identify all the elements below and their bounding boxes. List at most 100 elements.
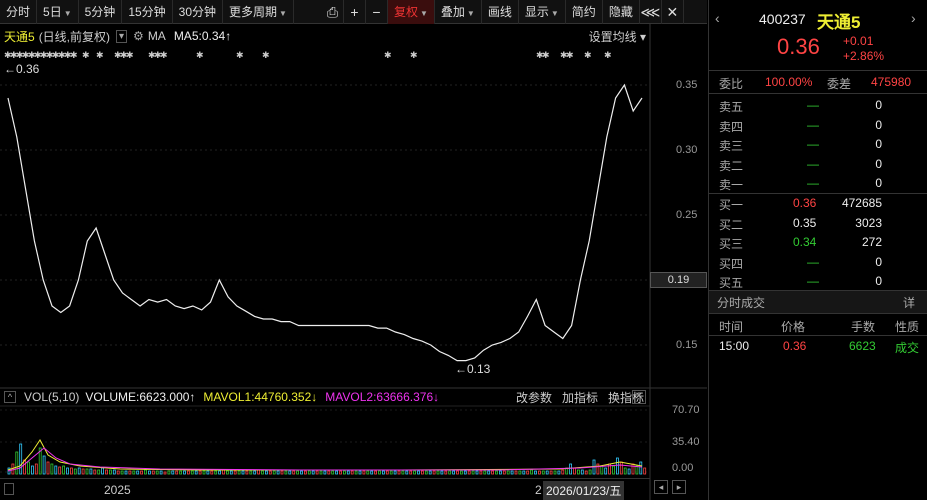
col-volume: 手数	[851, 320, 876, 334]
price-block: 0.36 +0.01 +2.86%	[709, 34, 927, 64]
event-marker: ✱	[410, 51, 418, 61]
scroll-left-icon[interactable]: ◂	[654, 480, 668, 494]
volume-bar	[54, 465, 58, 475]
volume-bar	[147, 470, 151, 475]
price-tick: 0.25	[676, 209, 698, 221]
next-icon[interactable]: ›	[911, 10, 916, 26]
volume-bar	[612, 465, 615, 475]
trades-detail-button[interactable]: 详	[903, 294, 915, 311]
mavol2-line	[7, 447, 643, 472]
edit-params-button[interactable]: 改参数	[516, 389, 552, 406]
chevron-up-icon[interactable]: ^	[4, 391, 16, 403]
volume-bar	[66, 467, 69, 475]
trades-title: 分时成交	[717, 296, 766, 310]
stock-code: 400237	[759, 11, 806, 27]
kline-chart[interactable]: ✱✱✱✱✱✱✱✱✱✱✱✱ ✱ ✱ ✱✱✱ ✱✱✱ ✱ ✱ ✱ ✱ ✱ ✱✱ ✱✱ ✱ ✱	[0, 0, 707, 500]
order-volume: 0	[875, 137, 882, 152]
volume-bar	[202, 470, 206, 475]
order-volume: 3023	[855, 215, 882, 230]
order-row[interactable]: 卖四 — 0	[709, 115, 927, 135]
order-level: 买二	[719, 217, 744, 232]
high-marker: ←0.36	[4, 62, 40, 76]
volume-bar	[456, 470, 459, 475]
price-change: +0.01	[843, 34, 874, 48]
volume-bar	[222, 469, 225, 475]
volume-bar	[237, 470, 241, 475]
volume-bar	[420, 470, 424, 475]
event-marker: ✱	[196, 51, 204, 61]
volume-bar	[186, 470, 190, 475]
order-row[interactable]: 买三 0.34 272	[709, 232, 927, 252]
order-row[interactable]: 卖一 — 0	[709, 173, 927, 193]
arrow-up-icon: ↑	[189, 390, 196, 404]
order-row[interactable]: 买二 0.35 3023	[709, 213, 927, 233]
volume-bar	[101, 467, 104, 475]
volume-bar	[487, 470, 491, 475]
order-volume: 0	[875, 98, 882, 112]
volume-bars	[7, 439, 647, 475]
volume-bar	[346, 470, 350, 475]
scroll-right-icon[interactable]: ▸	[672, 480, 686, 494]
axis-mark: 2	[535, 483, 542, 497]
volume-bar	[62, 465, 65, 475]
order-volume: 0	[875, 117, 882, 132]
volume-bar	[541, 470, 545, 475]
order-row[interactable]: 买五 — 0	[709, 271, 927, 291]
volume-bar	[397, 470, 401, 475]
arrow-down-icon: ↓	[433, 390, 440, 404]
vol-label: VOL(5,10)	[24, 390, 80, 404]
order-row[interactable]: 卖五 — 0	[709, 95, 927, 115]
order-volume: 0	[875, 176, 882, 191]
trade-time: 15:00	[719, 339, 750, 353]
volume-bar	[327, 470, 331, 475]
order-level: 卖三	[719, 139, 744, 154]
trade-volume: 6623	[849, 339, 876, 353]
volume-bar	[136, 470, 140, 475]
order-row[interactable]: 卖三 — 0	[709, 134, 927, 154]
volume-bar	[120, 470, 124, 475]
volume-bar	[292, 470, 296, 475]
volume-bar	[635, 465, 639, 475]
volume-bar	[77, 467, 81, 475]
event-marker: ✱	[160, 51, 168, 61]
volume-bar	[19, 443, 23, 475]
trades-columns: 时间 价格 手数 性质	[709, 315, 927, 335]
volume-bar	[631, 463, 635, 475]
volume-bar	[288, 470, 292, 475]
scroll-handle[interactable]	[4, 483, 14, 495]
low-marker: ←0.13	[455, 362, 491, 376]
event-marker: ✱	[236, 51, 244, 61]
mavol1-value: MAVOL1:44760.352	[203, 390, 312, 404]
volume-bar	[155, 470, 159, 475]
volume-bar	[257, 469, 261, 475]
order-row[interactable]: 卖二 — 0	[709, 154, 927, 174]
divider	[709, 70, 927, 71]
marker-row: ✱✱✱✱✱✱✱✱✱✱✱✱ ✱ ✱ ✱✱✱ ✱✱✱ ✱ ✱ ✱ ✱ ✱ ✱✱ ✱✱ ✱ ✱	[4, 51, 612, 61]
chart-grid	[0, 24, 707, 500]
vol-tick: 0.00	[672, 462, 694, 474]
volume-bar	[510, 470, 514, 475]
volume-bar	[350, 470, 354, 475]
volume-bar	[616, 457, 619, 475]
trade-row: 15:00 0.36 6623 成交	[709, 336, 927, 356]
volume-bar	[97, 469, 101, 475]
prev-icon[interactable]: ‹	[715, 10, 720, 26]
close-icon[interactable]: ✕	[632, 390, 646, 404]
order-row[interactable]: 买四 — 0	[709, 252, 927, 272]
order-price: —	[807, 137, 819, 152]
add-indicator-button[interactable]: 加指标	[562, 389, 598, 406]
weicha-label: 委差	[827, 77, 852, 91]
event-marker: ✱	[542, 51, 550, 61]
volume-bar	[190, 470, 194, 475]
x-axis: 2025 2 2026/01/23/五	[0, 478, 650, 500]
order-price: —	[807, 98, 819, 112]
volume-bar	[502, 470, 506, 475]
order-ratio-row: 委比 100.00% 委差 475980	[709, 72, 927, 92]
price-tick: 0.35	[676, 79, 698, 91]
order-row[interactable]: 买一 0.36 472685	[709, 193, 927, 213]
volume-bar	[561, 469, 565, 475]
volume-bar	[436, 470, 440, 475]
order-price: 0.35	[793, 215, 817, 230]
order-volume: 0	[875, 254, 882, 269]
volume-bar	[116, 470, 120, 475]
